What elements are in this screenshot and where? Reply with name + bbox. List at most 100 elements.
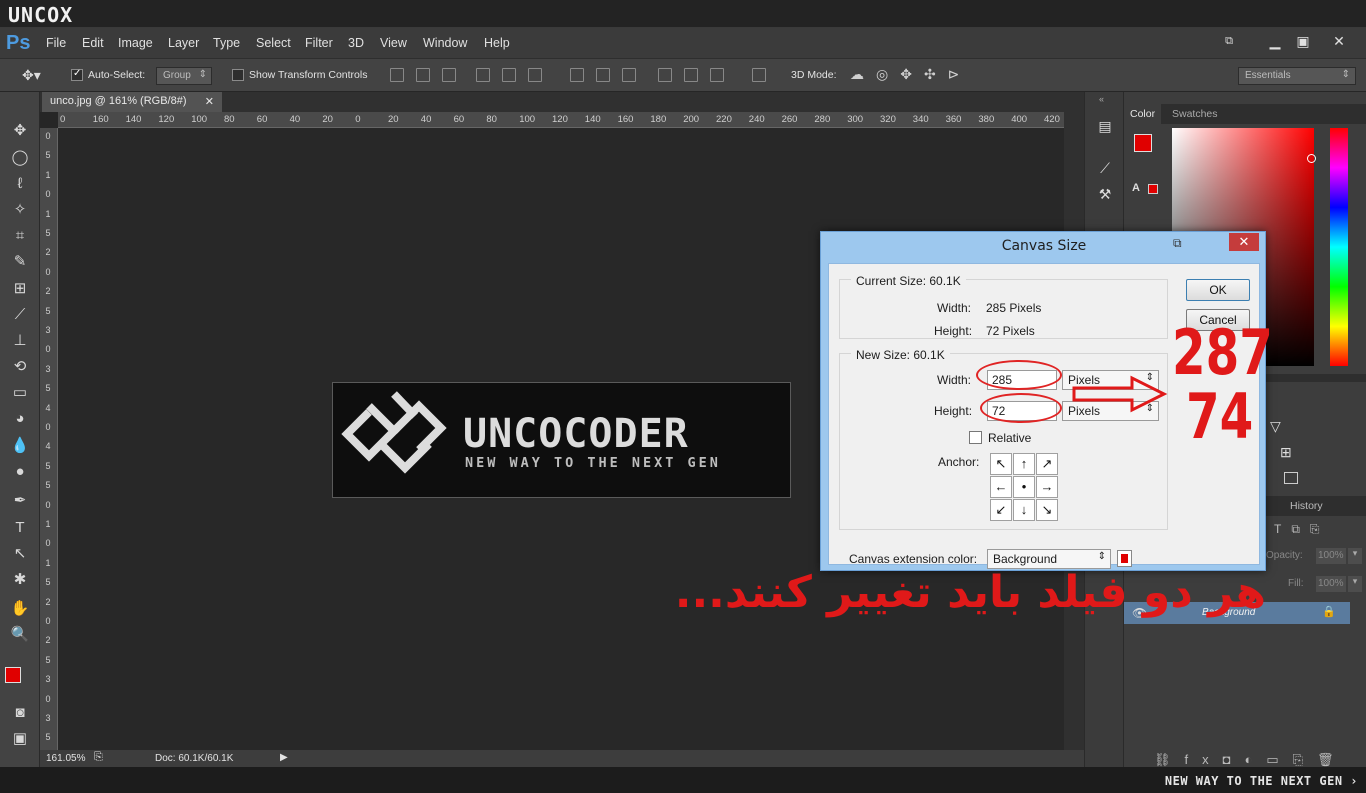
align-left-icon[interactable] [476, 68, 490, 82]
opacity-field[interactable]: 100% [1316, 548, 1346, 564]
close-tab-icon[interactable]: ✕ [205, 95, 214, 108]
relative-checkbox[interactable] [969, 431, 982, 444]
opacity-dropdown-icon[interactable]: ▾ [1348, 548, 1362, 564]
distribute-vcenter-icon[interactable] [596, 68, 610, 82]
document-tab[interactable]: unco.jpg @ 161% (RGB/8#) ✕ [42, 92, 222, 112]
magic-wand-icon[interactable]: ✧ [6, 199, 34, 221]
move-tool-icon[interactable]: ✥▾ [22, 67, 41, 84]
document-image[interactable]: UNCOCODER NEW WAY TO THE NEXT GEN [332, 382, 791, 498]
menu-image[interactable]: Image [118, 36, 153, 50]
align-hcenter-icon[interactable] [502, 68, 516, 82]
anchor-bottom-right[interactable]: ↘ [1036, 499, 1058, 521]
distribute-bottom-icon[interactable] [622, 68, 636, 82]
auto-select-dropdown[interactable]: Group ⇕ [156, 67, 212, 85]
distribute-hcenter-icon[interactable] [684, 68, 698, 82]
dialog-restore-icon[interactable]: ⧉ [1173, 236, 1182, 251]
tab-swatches[interactable]: Swatches [1166, 104, 1224, 124]
restore-layout-icon[interactable]: ⧉ [1214, 32, 1244, 52]
opacity-label: Opacity: [1266, 550, 1303, 561]
tab-history[interactable]: History [1284, 496, 1329, 516]
pen-tool-icon[interactable]: ✒ [6, 490, 34, 512]
menu-select[interactable]: Select [256, 36, 291, 50]
adjustments-grid-icon[interactable]: ⊞ [1280, 444, 1292, 461]
vertical-ruler: 05101520253035404550101520253035 [40, 128, 58, 750]
minimize-button[interactable]: ▁ [1260, 32, 1290, 52]
fill-field[interactable]: 100% [1316, 576, 1346, 592]
lasso-tool-icon[interactable]: ℓ [6, 173, 34, 195]
maximize-button[interactable]: ▣ [1288, 32, 1318, 52]
layer-actions-icons[interactable]: ⛓fx◘◐▭⎘🗑 [1154, 752, 1348, 768]
menu-edit[interactable]: Edit [82, 36, 104, 50]
clone-stamp-icon[interactable]: ⊥ [6, 330, 34, 352]
extension-color-swatch[interactable] [1117, 550, 1132, 567]
path-selection-icon[interactable]: ↖ [6, 543, 34, 565]
anchor-bottom[interactable]: ↓ [1013, 499, 1035, 521]
paint-bucket-icon[interactable]: ◕ [6, 408, 34, 430]
brush-panel-icon[interactable]: ⟋ [1096, 160, 1114, 178]
hand-tool-icon[interactable]: ✋ [6, 598, 34, 620]
info-panel-icon[interactable]: ▤ [1096, 118, 1114, 136]
workspace-dropdown[interactable]: Essentials ⇕ [1238, 67, 1356, 85]
export-icon[interactable]: ⎘ [94, 751, 103, 764]
fill-label: Fill: [1288, 578, 1304, 589]
brush-tool-icon[interactable]: ⟋ [6, 304, 34, 326]
crop-tool-icon[interactable]: ⌗ [6, 225, 34, 247]
align-right-icon[interactable] [528, 68, 542, 82]
screen-mode-icon[interactable]: ▣ [6, 728, 34, 750]
color-panel-foreground[interactable] [1134, 134, 1152, 152]
3d-orbit-icons[interactable]: ☁◎✥✣⊳ [850, 66, 971, 83]
fill-dropdown-icon[interactable]: ▾ [1348, 576, 1362, 592]
auto-align-icon[interactable] [752, 68, 766, 82]
menu-filter[interactable]: Filter [305, 36, 333, 50]
distribute-top-icon[interactable] [570, 68, 584, 82]
anchor-left[interactable]: ← [990, 476, 1012, 498]
close-window-button[interactable]: ✕ [1324, 32, 1354, 52]
adjustments-mask-icon[interactable] [1284, 472, 1298, 484]
history-brush-icon[interactable]: ⟲ [6, 356, 34, 378]
align-vcenter-icon[interactable] [416, 68, 430, 82]
align-bottom-icon[interactable] [442, 68, 456, 82]
blur-tool-icon[interactable]: 💧 [6, 435, 34, 457]
menu-help[interactable]: Help [484, 36, 510, 50]
anchor-top[interactable]: ↑ [1013, 453, 1035, 475]
auto-select-checkbox[interactable] [71, 68, 83, 81]
dodge-tool-icon[interactable]: ● [6, 461, 34, 483]
custom-shape-icon[interactable]: ✱ [6, 569, 34, 591]
tool-presets-icon[interactable]: ⚒ [1096, 186, 1114, 204]
distribute-right-icon[interactable] [710, 68, 724, 82]
zoom-tool-icon[interactable]: 🔍 [6, 624, 34, 646]
menu-view[interactable]: View [380, 36, 407, 50]
hue-slider[interactable] [1330, 128, 1348, 366]
eraser-tool-icon[interactable]: ▭ [6, 382, 34, 404]
zoom-level[interactable]: 161.05% [46, 753, 85, 764]
eyedropper-icon[interactable]: ✎ [6, 251, 34, 273]
menu-window[interactable]: Window [423, 36, 467, 50]
menu-file[interactable]: File [46, 36, 66, 50]
anchor-bottom-left[interactable]: ↙ [990, 499, 1012, 521]
quick-mask-icon[interactable]: ◙ [6, 702, 34, 724]
menu-3d[interactable]: 3D [348, 36, 364, 50]
extension-color-select[interactable]: Background ⇕ [987, 549, 1111, 569]
anchor-top-left[interactable]: ↖ [990, 453, 1012, 475]
healing-brush-icon[interactable]: ⊞ [6, 278, 34, 300]
collapse-panel-icon[interactable]: « [1099, 94, 1104, 104]
ruler-tick-label: 260 [781, 114, 798, 125]
foreground-color-swatch[interactable] [5, 667, 21, 683]
marquee-tool-icon[interactable]: ◯ [6, 147, 34, 169]
align-top-icon[interactable] [390, 68, 404, 82]
type-tool-icon[interactable]: T [6, 517, 34, 539]
adjustments-triangle-icon[interactable]: ▽ [1270, 418, 1281, 435]
dialog-close-button[interactable]: ✕ [1229, 233, 1259, 251]
layer-filter-icons[interactable]: T⧉⎘ [1274, 522, 1330, 537]
move-tool-icon[interactable]: ✥ [6, 120, 34, 142]
status-menu-arrow-icon[interactable]: ▶ [280, 752, 288, 763]
distribute-left-icon[interactable] [658, 68, 672, 82]
anchor-center[interactable]: • [1013, 476, 1035, 498]
anchor-top-right[interactable]: ↗ [1036, 453, 1058, 475]
menu-layer[interactable]: Layer [168, 36, 199, 50]
tab-color[interactable]: Color [1124, 104, 1162, 124]
show-transform-checkbox[interactable] [232, 69, 244, 81]
menu-type[interactable]: Type [213, 36, 240, 50]
ok-button[interactable]: OK [1186, 279, 1250, 301]
anchor-right[interactable]: → [1036, 476, 1058, 498]
